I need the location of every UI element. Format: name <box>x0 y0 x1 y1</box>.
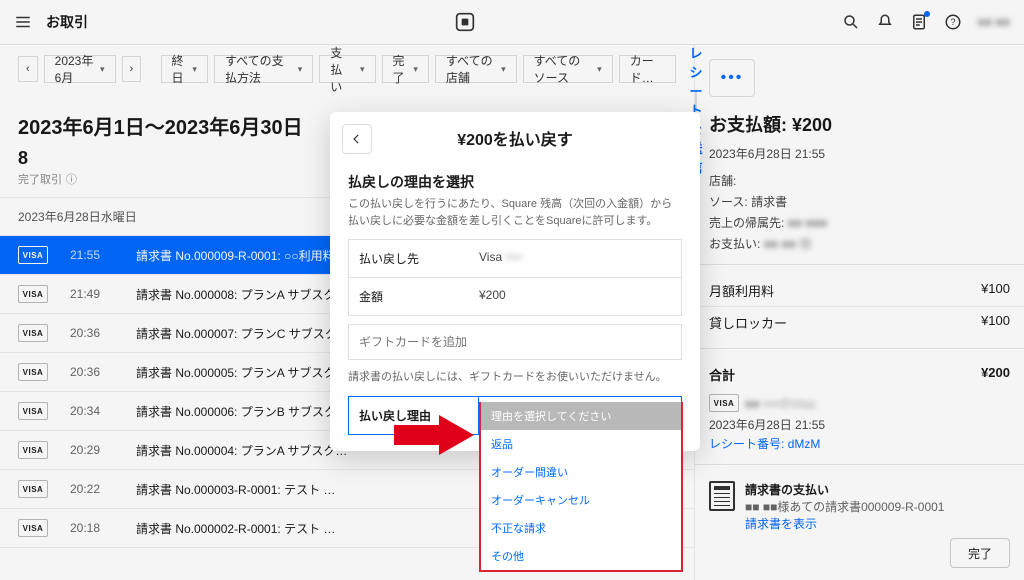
reason-option-wrong-order[interactable]: オーダー間違い <box>481 458 681 486</box>
reason-option-placeholder[interactable]: 理由を選択してください <box>481 402 681 430</box>
giftcard-input[interactable] <box>349 325 681 359</box>
refund-dialog: ¥200を払い戻す 払戻しの理由を選択 この払い戻しを行うにあたり、Square… <box>330 112 700 451</box>
reason-option-cancel[interactable]: オーダーキャンセル <box>481 486 681 514</box>
reason-dropdown: 理由を選択してください 返品 オーダー間違い オーダーキャンセル 不正な請求 そ… <box>479 402 683 572</box>
back-button[interactable] <box>342 124 372 154</box>
giftcard-note: 請求書の払い戻しには、ギフトカードをお使いいただけません。 <box>348 368 682 384</box>
annotation-arrow-icon <box>394 415 474 458</box>
reason-option-other[interactable]: その他 <box>481 542 681 570</box>
reason-option-return[interactable]: 返品 <box>481 430 681 458</box>
refund-note: この払い戻しを行うにあたり、Square 残高（次回の入金額）から払い戻しに必要… <box>348 196 682 229</box>
dialog-title: ¥200を払い戻す <box>457 126 573 150</box>
reason-option-fraud[interactable]: 不正な請求 <box>481 514 681 542</box>
reason-section-heading: 払戻しの理由を選択 <box>348 172 682 192</box>
